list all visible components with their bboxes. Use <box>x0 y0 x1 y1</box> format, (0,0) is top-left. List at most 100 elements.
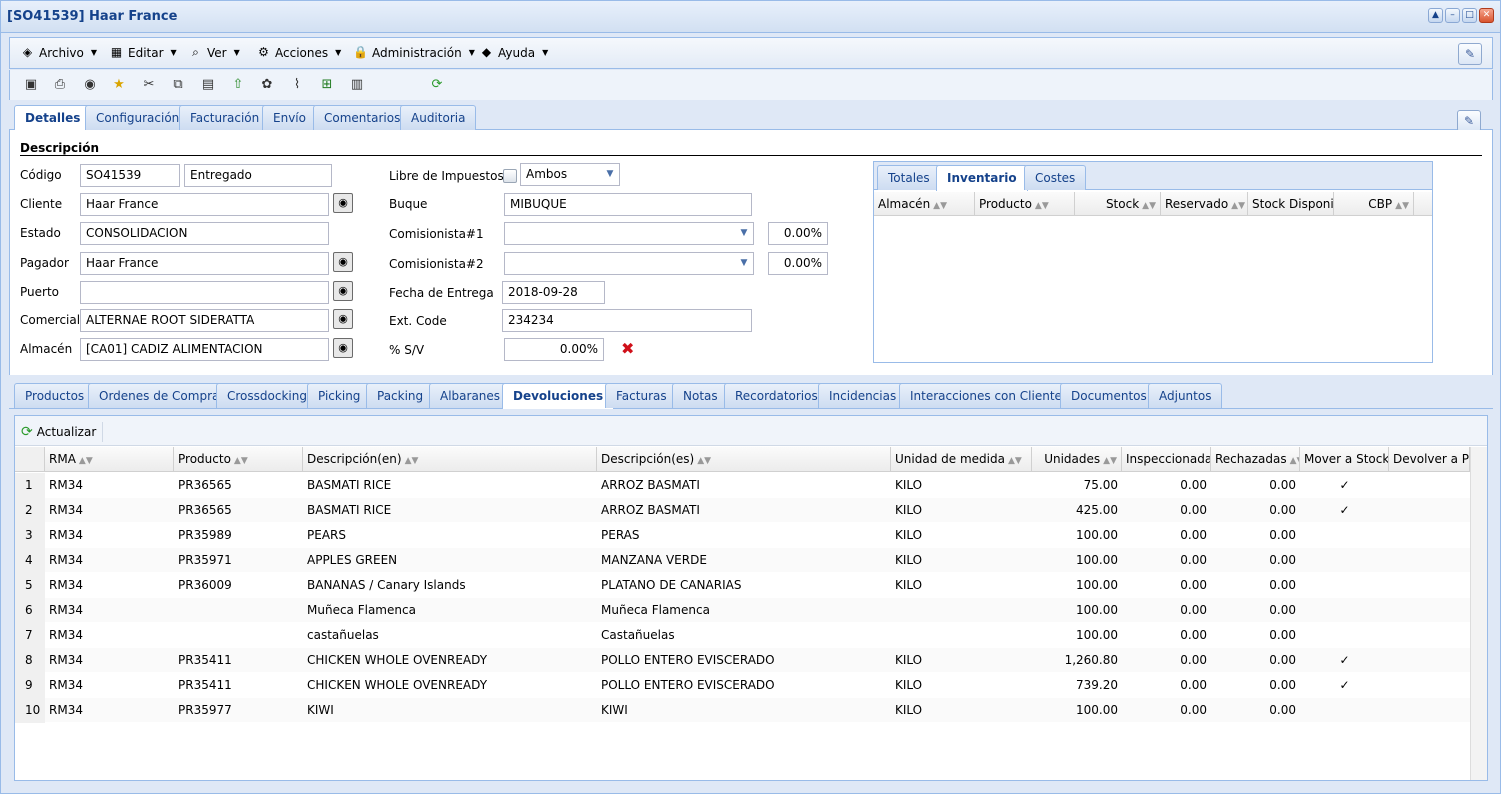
eye-icon[interactable]: ◉ <box>333 309 353 329</box>
fecha-entrega-field[interactable]: 2018-09-28 <box>502 281 605 304</box>
menu-ayuda[interactable]: ◆ Ayuda ▼ <box>479 45 548 60</box>
tab-notas[interactable]: Notas <box>672 383 729 408</box>
tab-packing[interactable]: Packing <box>366 383 435 408</box>
eye-icon[interactable]: ◉ <box>333 281 353 301</box>
menu-editar[interactable]: ▦ Editar ▼ <box>109 45 177 60</box>
impuestos-combo[interactable]: Ambos ▼ <box>520 163 620 186</box>
minimize-icon[interactable]: – <box>1445 8 1460 23</box>
attach-group-icon[interactable]: ✿ <box>258 76 276 94</box>
print-icon[interactable]: ⎙ <box>51 76 69 94</box>
vertical-scrollbar[interactable] <box>1470 447 1487 780</box>
comercial-field[interactable]: ALTERNAE ROOT SIDERATTA <box>80 309 329 332</box>
tab-totales[interactable]: Totales <box>877 165 941 190</box>
menu-archivo[interactable]: ◈ Archivo ▼ <box>20 45 97 60</box>
puerto-field[interactable] <box>80 281 329 304</box>
comisionista1-pct[interactable]: 0.00% <box>768 222 828 245</box>
table-row[interactable]: 6 RM34 Muñeca Flamenca Muñeca Flamenca 100.0… <box>15 598 1470 623</box>
tab-albaranes[interactable]: Albaranes <box>429 383 512 408</box>
cell-mover-stock[interactable] <box>1300 698 1389 723</box>
cell-mover-stock[interactable]: ✓ <box>1300 673 1389 698</box>
col-unidades[interactable]: Unidades ▲▼ <box>1032 447 1122 471</box>
col-stock[interactable]: Stock ▲▼ <box>1075 192 1161 216</box>
cliente-field[interactable]: Haar France <box>80 193 329 216</box>
cell-mover-stock[interactable]: ✓ <box>1300 498 1389 523</box>
export-icon[interactable]: ◉ <box>81 76 99 94</box>
comisionista2-combo[interactable]: ▼ <box>504 252 754 275</box>
cell-mover-stock[interactable]: ✓ <box>1300 473 1389 498</box>
tab-devoluciones[interactable]: Devoluciones <box>502 383 615 409</box>
delete-icon[interactable]: ✖ <box>621 339 634 358</box>
collapse-icon[interactable]: ▲ <box>1428 8 1443 23</box>
col-unidad-medida[interactable]: Unidad de medida ▲▼ <box>891 447 1032 471</box>
chevron-down-icon[interactable]: ▼ <box>735 223 753 244</box>
edit-details-button[interactable]: ✎ <box>1457 110 1481 132</box>
pagador-field[interactable]: Haar France <box>80 252 329 275</box>
report-icon[interactable]: ▥ <box>348 76 366 94</box>
eye-icon[interactable]: ◉ <box>333 338 353 358</box>
col-descripcion-es[interactable]: Descripción(es) ▲▼ <box>597 447 891 471</box>
close-icon[interactable]: ✕ <box>1479 8 1494 23</box>
tab-facturacion[interactable]: Facturación <box>179 105 271 130</box>
buque-field[interactable]: MIBUQUE <box>504 193 752 216</box>
cell-mover-stock[interactable] <box>1300 573 1389 598</box>
table-row[interactable]: 10 RM34 PR35977 KIWI KIWI KILO 100.00 0.00 0.00 <box>15 698 1470 723</box>
menu-ver[interactable]: ⌕ Ver ▼ <box>188 45 240 60</box>
excel-icon[interactable]: ⊞ <box>318 76 336 94</box>
refresh-icon[interactable]: ⟳ <box>428 76 446 94</box>
tab-ordenes-compra[interactable]: Ordenes de Compra <box>88 383 231 408</box>
menu-acciones[interactable]: ⚙ Acciones ▼ <box>256 45 341 60</box>
maximize-icon[interactable]: □ <box>1462 8 1477 23</box>
table-row[interactable]: 2 RM34 PR36565 BASMATI RICE ARROZ BASMATI KIL… <box>15 498 1470 523</box>
copy-icon[interactable]: ⧉ <box>169 76 187 94</box>
cell-mover-stock[interactable] <box>1300 523 1389 548</box>
ext-code-field[interactable]: 234234 <box>502 309 752 332</box>
table-row[interactable]: 9 RM34 PR35411 CHICKEN WHOLE OVENREADY POLLO… <box>15 673 1470 698</box>
refresh-button[interactable]: ⟳ Actualizar <box>21 422 104 442</box>
cell-mover-stock[interactable]: ✓ <box>1300 648 1389 673</box>
clip-icon[interactable]: ⌇ <box>288 76 306 94</box>
eye-icon[interactable]: ◉ <box>333 193 353 213</box>
col-descripcion-en[interactable]: Descripción(en) ▲▼ <box>303 447 597 471</box>
table-row[interactable]: 1 RM34 PR36565 BASMATI RICE ARROZ BASMATI KIL… <box>15 473 1470 498</box>
tab-auditoria[interactable]: Auditoria <box>400 105 477 130</box>
tab-costes[interactable]: Costes <box>1024 165 1087 190</box>
col-producto[interactable]: Producto ▲▼ <box>975 192 1075 216</box>
col-devolver-proveedor[interactable]: Devolver a Pro <box>1389 447 1470 471</box>
tab-documentos[interactable]: Documentos <box>1060 383 1158 408</box>
col-rma[interactable]: RMA ▲▼ <box>45 447 174 471</box>
favorite-icon[interactable]: ★ <box>110 76 128 94</box>
window-titlebar[interactable]: [SO41539] Haar France ▲ – □ ✕ <box>1 1 1500 33</box>
tab-recordatorios[interactable]: Recordatorios <box>724 383 829 408</box>
tab-incidencias[interactable]: Incidencias <box>818 383 908 408</box>
almacen-field[interactable]: [CA01] CADIZ ALIMENTACION <box>80 338 329 361</box>
col-producto[interactable]: Producto ▲▼ <box>174 447 303 471</box>
table-row[interactable]: 7 RM34 castañuelas Castañuelas 100.00 0.00 0.0… <box>15 623 1470 648</box>
col-almacen[interactable]: Almacén ▲▼ <box>874 192 975 216</box>
table-row[interactable]: 3 RM34 PR35989 PEARS PERAS KILO 100.00 0.00 0.00 <box>15 523 1470 548</box>
comisionista2-pct[interactable]: 0.00% <box>768 252 828 275</box>
cut-icon[interactable]: ✂ <box>140 76 158 94</box>
tab-crossdocking[interactable]: Crossdocking <box>216 383 318 408</box>
tab-facturas[interactable]: Facturas <box>605 383 678 408</box>
col-mover-stock[interactable]: Mover a Stock <box>1300 447 1389 471</box>
col-stock-disponible[interactable]: Stock Disponibl <box>1248 192 1334 216</box>
chevron-down-icon[interactable]: ▼ <box>601 164 619 185</box>
tab-detalles[interactable]: Detalles <box>14 105 92 131</box>
comisionista1-combo[interactable]: ▼ <box>504 222 754 245</box>
tab-inventario[interactable]: Inventario <box>936 165 1028 191</box>
save-icon[interactable]: ▣ <box>22 76 40 94</box>
edit-layout-button[interactable]: ✎ <box>1458 43 1482 65</box>
import-icon[interactable]: ⇧ <box>229 76 247 94</box>
col-inspeccionadas[interactable]: Inspeccionadas <box>1122 447 1211 471</box>
col-rechazadas[interactable]: Rechazadas▲▼ <box>1211 447 1300 471</box>
cell-mover-stock[interactable] <box>1300 598 1389 623</box>
paste-icon[interactable]: ▤ <box>199 76 217 94</box>
tab-configuracion[interactable]: Configuración <box>85 105 191 130</box>
table-row[interactable]: 5 RM34 PR36009 BANANAS / Canary Islands PLAT… <box>15 573 1470 598</box>
estado-field[interactable]: CONSOLIDACION <box>80 222 329 245</box>
eye-icon[interactable]: ◉ <box>333 252 353 272</box>
chevron-down-icon[interactable]: ▼ <box>735 253 753 274</box>
col-cbp[interactable]: CBP ▲▼ <box>1334 192 1414 216</box>
tab-comentarios[interactable]: Comentarios <box>313 105 412 130</box>
table-row[interactable]: 8 RM34 PR35411 CHICKEN WHOLE OVENREADY POLLO… <box>15 648 1470 673</box>
